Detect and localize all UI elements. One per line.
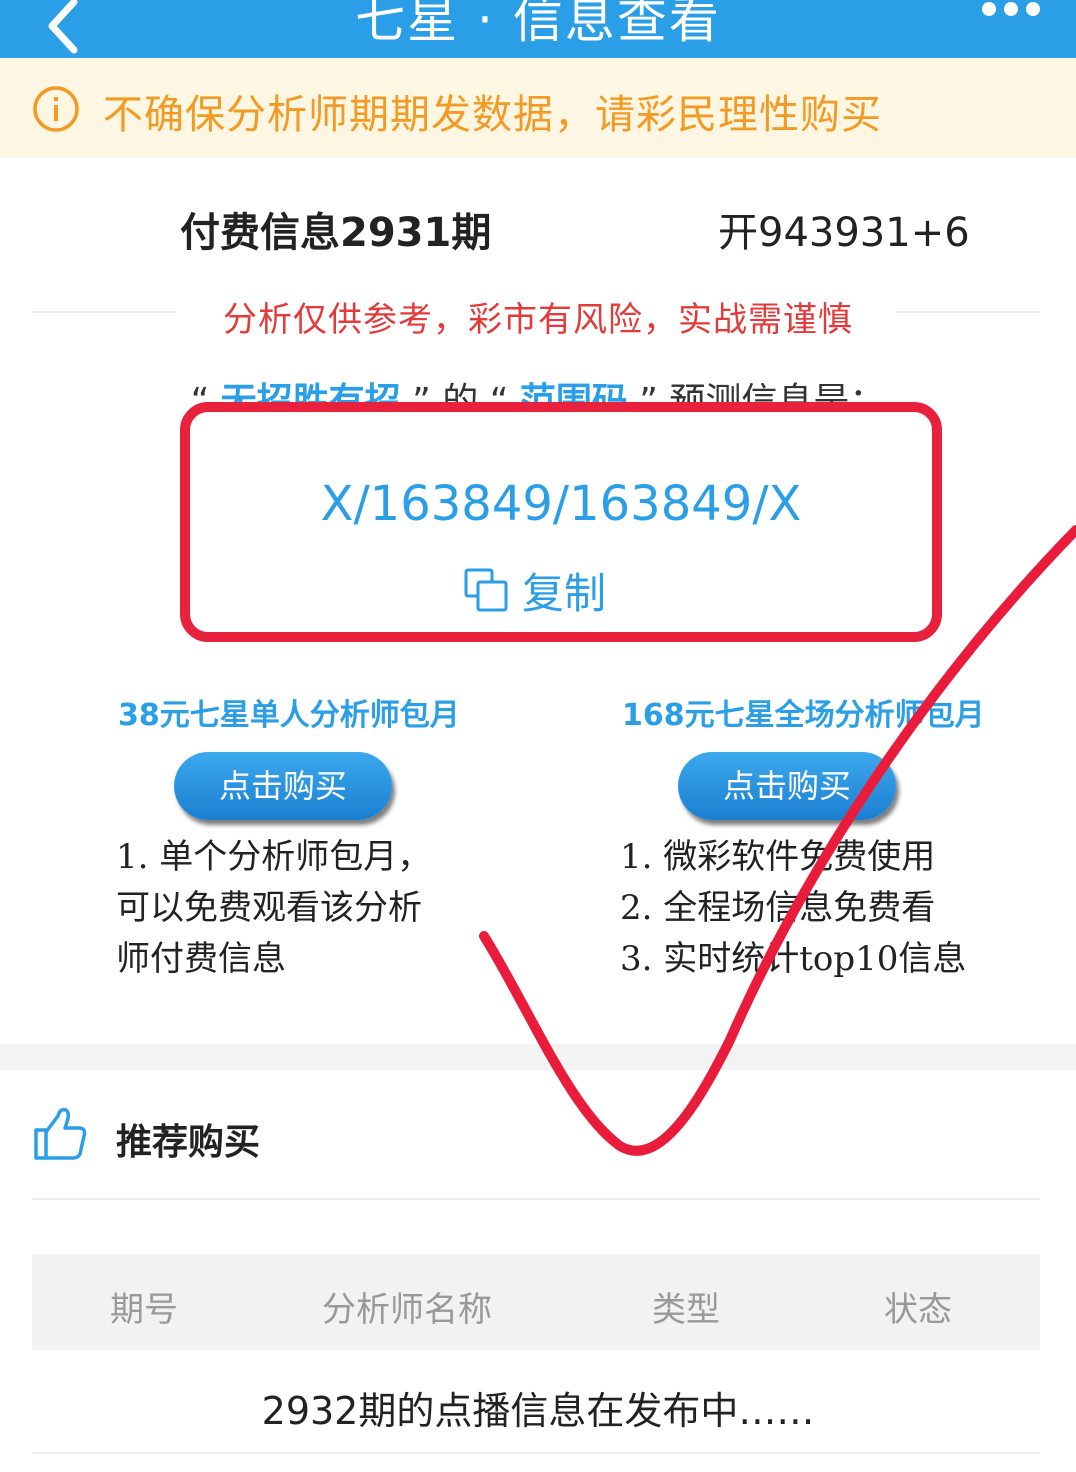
issue-label: 付费信息2931期 — [180, 210, 492, 256]
app-header: 七星 · 信息查看 — [0, 0, 1076, 58]
plan-title-all: 168元七星全场分析师包月 — [622, 698, 985, 733]
section-separator — [0, 1044, 1076, 1070]
notice-bar: 不确保分析师期期发数据，请彩民理性购买 — [0, 58, 1076, 158]
plan-title-single: 38元七星单人分析师包月 — [118, 698, 460, 733]
recommend-title: 推荐购买 — [116, 1122, 261, 1163]
prediction-result-box: X/163849/163849/X 复制 — [180, 402, 942, 642]
column-type: 类型 — [652, 1290, 720, 1330]
column-analyst: 分析师名称 — [322, 1290, 492, 1330]
recommend-divider — [32, 1198, 1040, 1200]
risk-warning: 分析仅供参考，彩市有风险，实战需谨慎 — [223, 300, 853, 340]
column-status: 状态 — [884, 1290, 952, 1330]
prediction-code: X/163849/163849/X — [320, 476, 802, 532]
buy-single-button[interactable]: 点击购买 — [174, 752, 392, 820]
more-dots-icon — [982, 2, 996, 16]
table-message: 2932期的点播信息在发布中…… — [261, 1389, 815, 1433]
draw-result: 开943931+6 — [718, 210, 970, 256]
table-header: 期号 分析师名称 类型 状态 — [32, 1254, 1040, 1350]
buy-all-button[interactable]: 点击购买 — [678, 752, 896, 820]
plan-desc-all: 1. 微彩软件免费使用 2. 全程场信息免费看 3. 实时统计top10信息 — [620, 837, 967, 979]
page-title: 七星 · 信息查看 — [355, 0, 721, 49]
table-bottom-divider — [32, 1452, 1040, 1454]
copy-button[interactable]: 复制 — [462, 560, 692, 620]
column-issue: 期号 — [110, 1290, 178, 1330]
plan-desc-single: 1. 单个分析师包月， 可以免费观看该分析 师付费信息 — [116, 837, 432, 979]
more-menu-button[interactable] — [976, 0, 1046, 34]
notice-text: 不确保分析师期期发数据，请彩民理性购买 — [103, 92, 882, 138]
thumbs-up-icon — [34, 1107, 87, 1160]
copy-label: 复制 — [522, 569, 607, 618]
copy-icon — [464, 568, 508, 612]
info-circle-icon — [33, 86, 79, 132]
